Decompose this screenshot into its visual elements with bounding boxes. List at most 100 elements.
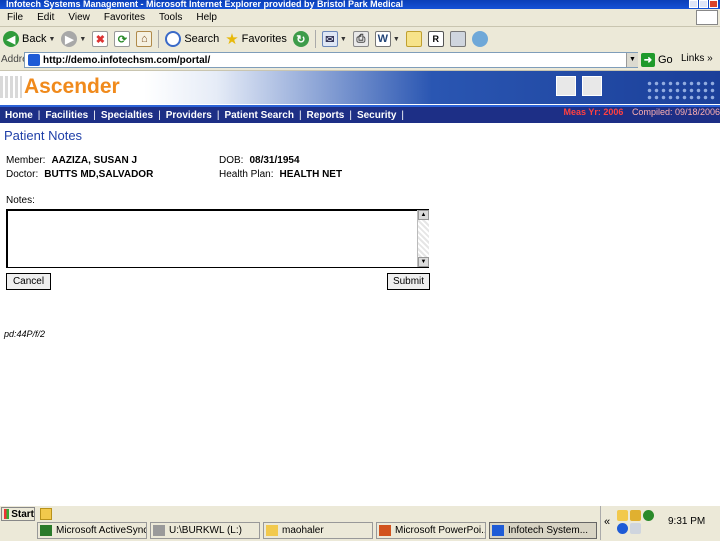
nav-facilities[interactable]: Facilities bbox=[40, 110, 93, 121]
forward-button[interactable]: ▶ ▼ bbox=[58, 28, 89, 50]
tray-expand-icon[interactable]: « bbox=[604, 516, 610, 528]
mail-button[interactable]: ✉ ▼ bbox=[319, 28, 350, 50]
menu-bar: File Edit View Favorites Tools Help bbox=[0, 9, 720, 27]
nav-reports[interactable]: Reports bbox=[302, 110, 350, 121]
tray-mail-icon[interactable] bbox=[617, 510, 628, 521]
mail-icon: ✉ bbox=[321, 31, 338, 47]
dob-field: DOB: 08/31/1954 bbox=[219, 155, 300, 166]
health-plan-field: Health Plan: HEALTH NET bbox=[219, 169, 342, 180]
nav-security[interactable]: Security bbox=[352, 110, 401, 121]
folder-icon bbox=[405, 31, 422, 47]
menu-file[interactable]: File bbox=[0, 12, 30, 23]
powerpoint-icon bbox=[379, 525, 391, 536]
task-activesync[interactable]: Microsoft ActiveSync bbox=[37, 522, 147, 539]
history-button[interactable]: ↻ bbox=[290, 28, 312, 50]
start-label: Start bbox=[11, 508, 34, 520]
tray-volume-icon[interactable] bbox=[630, 523, 641, 534]
measurement-info: Meas Yr: 2006 Compiled: 09/18/2006 bbox=[564, 107, 720, 117]
minimize-button[interactable] bbox=[689, 0, 698, 8]
edit-button[interactable]: W ▼ bbox=[372, 28, 403, 50]
health-plan-label: Health Plan: bbox=[219, 169, 274, 180]
address-dropdown-button[interactable]: ▼ bbox=[626, 53, 638, 67]
go-arrow-icon: ➜ bbox=[641, 53, 655, 67]
menu-edit[interactable]: Edit bbox=[30, 12, 61, 23]
tray-globe-icon[interactable] bbox=[617, 523, 628, 534]
home-button[interactable]: ⌂ bbox=[133, 28, 155, 50]
maximize-button[interactable] bbox=[699, 0, 708, 8]
ascender-logo[interactable]: Ascender bbox=[0, 74, 128, 100]
nav-providers[interactable]: Providers bbox=[161, 110, 217, 121]
banner-window-icon[interactable] bbox=[582, 76, 602, 96]
cancel-button[interactable]: Cancel bbox=[6, 273, 51, 290]
scroll-down-icon[interactable]: ▼ bbox=[418, 257, 429, 267]
member-field: Member: AAZIZA, SUSAN J bbox=[6, 155, 137, 166]
doctor-value: BUTTS MD,SALVADOR bbox=[44, 169, 154, 180]
member-label: Member: bbox=[6, 155, 46, 166]
folder-icon bbox=[266, 525, 278, 536]
banner-icons bbox=[556, 76, 602, 96]
research-button[interactable]: R bbox=[425, 28, 447, 50]
logo-text: Ascender bbox=[24, 75, 120, 98]
history-icon: ↻ bbox=[292, 31, 309, 47]
messenger-button[interactable] bbox=[447, 28, 469, 50]
messenger-icon bbox=[471, 31, 488, 47]
favorites-button[interactable]: ★ Favorites bbox=[222, 28, 290, 50]
refresh-button[interactable]: ⟳ bbox=[111, 28, 133, 50]
drive-icon bbox=[153, 525, 165, 536]
menu-view[interactable]: View bbox=[61, 12, 97, 23]
page-id-footer: pd:44P/f/2 bbox=[4, 329, 46, 339]
print-button[interactable]: ⎙ bbox=[350, 28, 372, 50]
submit-button[interactable]: Submit bbox=[387, 273, 430, 290]
banner-dots-pattern bbox=[646, 80, 716, 102]
chevron-down-icon: ▼ bbox=[392, 35, 400, 43]
messenger-people-button[interactable] bbox=[469, 28, 491, 50]
tray-alert-icon[interactable] bbox=[630, 510, 641, 521]
chevron-down-icon: ▼ bbox=[339, 35, 347, 43]
window-title-bar[interactable]: Infotech Systems Management - Microsoft … bbox=[0, 0, 720, 9]
tray-icons bbox=[617, 510, 654, 521]
search-label: Search bbox=[184, 33, 220, 45]
stop-button[interactable]: ✖ bbox=[89, 28, 111, 50]
task-infotech[interactable]: Infotech System... bbox=[489, 522, 597, 539]
tray-network-icon[interactable] bbox=[643, 510, 654, 521]
compiled-date: Compiled: 09/18/2006 bbox=[631, 107, 720, 117]
menu-help[interactable]: Help bbox=[189, 12, 224, 23]
tool-icon bbox=[449, 31, 466, 47]
start-button[interactable]: Start bbox=[1, 507, 35, 521]
toolbar-separator bbox=[158, 30, 160, 48]
notes-label: Notes: bbox=[6, 195, 35, 206]
nav-specialties[interactable]: Specialties bbox=[96, 110, 158, 121]
back-label: Back bbox=[22, 33, 47, 45]
research-icon: R bbox=[427, 31, 444, 47]
health-plan-value: HEALTH NET bbox=[279, 169, 343, 180]
menu-favorites[interactable]: Favorites bbox=[97, 12, 152, 23]
task-label: U:\BURKWL (L:) bbox=[169, 525, 242, 536]
toolbar-separator bbox=[314, 30, 316, 48]
ie-icon bbox=[492, 525, 504, 536]
dob-label: DOB: bbox=[219, 155, 244, 166]
task-label: maohaler bbox=[282, 525, 324, 536]
nav-home[interactable]: Home bbox=[0, 110, 38, 121]
address-input[interactable]: http://demo.infotechsm.com/portal/ bbox=[24, 52, 638, 68]
task-powerpoint[interactable]: Microsoft PowerPoi... bbox=[376, 522, 486, 539]
quick-launch-icon[interactable] bbox=[40, 508, 52, 520]
scroll-up-icon[interactable]: ▲ bbox=[418, 210, 429, 220]
doctor-field: Doctor: BUTTS MD,SALVADOR bbox=[6, 169, 153, 180]
taskbar-clock[interactable]: 9:31 PM bbox=[668, 516, 705, 527]
links-button[interactable]: Links » bbox=[681, 53, 713, 64]
task-folder[interactable]: maohaler bbox=[263, 522, 373, 539]
banner-home-icon[interactable] bbox=[556, 76, 576, 96]
menu-tools[interactable]: Tools bbox=[152, 12, 189, 23]
doctor-label: Doctor: bbox=[6, 169, 39, 180]
task-label: Microsoft ActiveSync bbox=[56, 525, 147, 536]
notes-textarea[interactable] bbox=[6, 209, 429, 268]
search-button[interactable]: Search bbox=[162, 28, 222, 50]
nav-patient-search[interactable]: Patient Search bbox=[219, 110, 298, 121]
discuss-button[interactable] bbox=[403, 28, 425, 50]
close-button[interactable] bbox=[709, 0, 718, 8]
task-drive[interactable]: U:\BURKWL (L:) bbox=[150, 522, 260, 539]
go-button[interactable]: ➜ Go bbox=[641, 52, 673, 68]
refresh-icon: ⟳ bbox=[114, 31, 131, 47]
notes-scrollbar[interactable]: ▲ ▼ bbox=[417, 210, 429, 267]
back-button[interactable]: ◀ Back ▼ bbox=[0, 28, 58, 50]
